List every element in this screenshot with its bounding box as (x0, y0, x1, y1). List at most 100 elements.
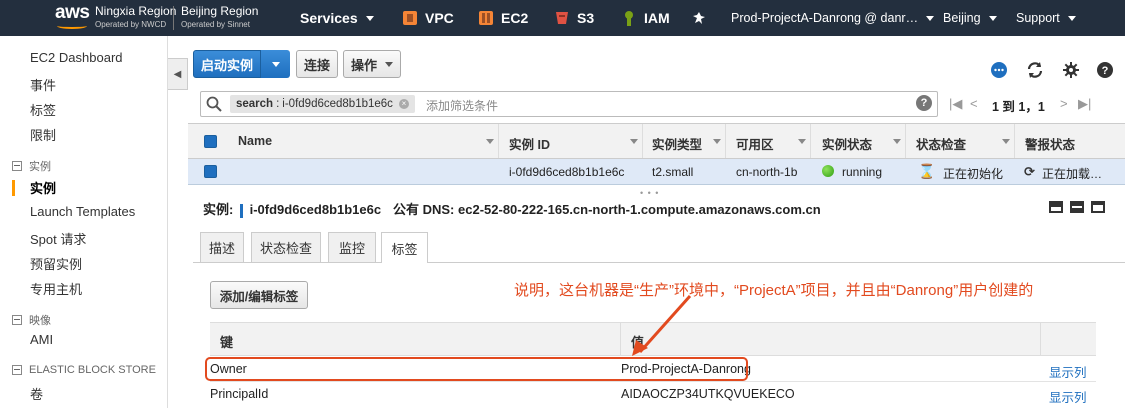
gear-icon[interactable] (1062, 61, 1080, 79)
sidebar-group-ebs[interactable]: ELASTIC BLOCK STORE (12, 364, 156, 376)
filter-help-icon[interactable]: ? (916, 95, 932, 111)
nav-iam-label: IAM (644, 10, 670, 26)
column-divider (1014, 124, 1015, 158)
chevron-down-icon (365, 15, 374, 21)
column-header-status-check[interactable]: 状态检查 (916, 134, 966, 153)
sidebar-group-instances[interactable]: 实例 (12, 158, 51, 174)
layout-bottom-icon[interactable] (1049, 201, 1063, 213)
last-page-icon[interactable]: ▶| (1078, 96, 1091, 112)
show-column-link[interactable]: 显示列 (1049, 362, 1087, 381)
detail-dns: 公有 DNS: ec2-52-80-222-165.cn-north-1.com… (393, 199, 821, 218)
sidebar-item-dedicated[interactable]: 专用主机 (30, 279, 82, 298)
chevron-down-icon (271, 61, 280, 67)
nav-s3[interactable]: S3 (553, 0, 594, 36)
chevron-down-icon (988, 15, 997, 21)
aws-logo[interactable]: aws (55, 3, 91, 32)
prev-page-icon[interactable]: < (970, 96, 978, 111)
column-header-type[interactable]: 实例类型 (652, 134, 702, 153)
column-header-state[interactable]: 实例状态 (822, 134, 872, 153)
nav-ec2[interactable]: EC2 (477, 0, 528, 36)
launch-instance-button[interactable]: 启动实例 (193, 50, 261, 78)
sidebar-collapse-button[interactable]: ◀ (168, 58, 188, 90)
tab-monitoring[interactable]: 监控 (328, 232, 376, 262)
sidebar-item-instances[interactable]: 实例 (30, 178, 56, 197)
nav-iam[interactable]: IAM (620, 0, 670, 36)
collapse-icon (12, 161, 22, 171)
sidebar-group-ebs-label: ELASTIC BLOCK STORE (29, 364, 156, 376)
pane-resize-handle[interactable]: • • • (640, 188, 659, 198)
column-header-az[interactable]: 可用区 (736, 134, 774, 153)
column-divider (905, 124, 906, 158)
sidebar-item-launch-templates[interactable]: Launch Templates (30, 204, 135, 219)
page-info: 1 到 1，1 (992, 100, 1045, 114)
sidebar-item-reserved[interactable]: 预留实例 (30, 254, 82, 273)
pin-button[interactable] (692, 0, 706, 36)
column-divider (725, 124, 726, 158)
cell-status-check: 正在初始化 (943, 167, 1004, 181)
chevron-left-icon: ◀ (173, 68, 182, 80)
services-menu[interactable]: Services (300, 0, 374, 36)
support-menu[interactable]: Support (1016, 0, 1076, 36)
account-menu[interactable]: Prod-ProjectA-Danrong @ danr… (731, 0, 935, 36)
nav-vpc[interactable]: VPC (401, 0, 454, 36)
tab-tags[interactable]: 标签 (381, 232, 428, 263)
annotation-highlight-box (205, 357, 748, 381)
refresh-icon[interactable] (1026, 61, 1044, 79)
s3-icon (556, 12, 568, 24)
layout-top-icon[interactable] (1091, 201, 1105, 213)
layout-split-icon[interactable] (1070, 201, 1084, 213)
iam-icon (625, 11, 633, 26)
tags-header-key: 键 (220, 335, 234, 350)
tab-description[interactable]: 描述 (200, 232, 244, 262)
ec2-icon (479, 11, 493, 25)
svg-text:?: ? (1102, 65, 1109, 77)
region-menu[interactable]: Beijing (943, 0, 997, 36)
connect-button[interactable]: 连接 (296, 50, 338, 78)
annotation-arrow-icon (632, 295, 692, 356)
first-page-icon[interactable]: |◀ (949, 96, 962, 112)
detail-instance-label: 实例: (203, 202, 234, 217)
column-header-name[interactable]: Name (238, 134, 272, 148)
launch-instance-dropdown[interactable] (260, 50, 290, 78)
sidebar-item-limits[interactable]: 限制 (30, 125, 56, 144)
close-icon[interactable]: × (398, 99, 409, 109)
detail-instance-id: i-0fd9d6ced8b1b1e6c (249, 202, 382, 217)
sidebar-item-events[interactable]: 事件 (30, 75, 56, 94)
next-page-icon[interactable]: > (1060, 96, 1068, 111)
search-token-value: i-0fd9d6ced8b1b1e6c (282, 98, 393, 110)
instance-marker-icon (239, 203, 243, 218)
show-column-link[interactable]: 显示列 (1049, 387, 1087, 406)
sort-icon[interactable] (630, 139, 638, 144)
sort-icon[interactable] (486, 139, 494, 144)
column-header-alarm[interactable]: 警报状态 (1025, 134, 1075, 153)
tab-status-checks[interactable]: 状态检查 (251, 232, 321, 262)
search-token[interactable]: search : i-0fd9d6ced8b1b1e6c × (230, 95, 415, 113)
tag-key-principalid: PrincipalId (210, 387, 269, 401)
actions-menu[interactable]: 操作 (343, 50, 401, 78)
sort-icon[interactable] (798, 139, 806, 144)
column-header-instance-id[interactable]: 实例 ID (509, 134, 550, 153)
help-icon[interactable]: ? (1096, 61, 1114, 79)
sidebar-item-dashboard[interactable]: EC2 Dashboard (30, 50, 123, 65)
chevron-down-icon (926, 15, 935, 21)
sidebar-item-ami[interactable]: AMI (30, 332, 53, 347)
loading-icon: ⟳ (1024, 164, 1035, 179)
sort-icon[interactable] (893, 139, 901, 144)
region-menu-label: Beijing (943, 11, 981, 25)
sort-icon[interactable] (1002, 139, 1010, 144)
sidebar-item-volumes[interactable]: 卷 (30, 384, 43, 403)
cell-instance-id: i-0fd9d6ced8b1b1e6c (509, 165, 625, 179)
collapse-icon (12, 315, 22, 325)
row-checkbox[interactable] (204, 165, 217, 178)
sidebar-item-spot[interactable]: Spot 请求 (30, 229, 86, 248)
support-label: Support (1016, 11, 1060, 25)
chevron-down-icon (1067, 15, 1076, 21)
sort-icon[interactable] (713, 139, 721, 144)
region-beijing-name: Beijing Region (181, 4, 259, 18)
edit-tags-button[interactable]: 添加/编辑标签 (210, 281, 308, 309)
sidebar-item-tags[interactable]: 标签 (30, 100, 56, 119)
sidebar-group-images[interactable]: 映像 (12, 312, 51, 328)
chat-icon[interactable] (990, 61, 1008, 79)
sidebar (0, 36, 168, 408)
select-all-checkbox[interactable] (204, 135, 217, 148)
